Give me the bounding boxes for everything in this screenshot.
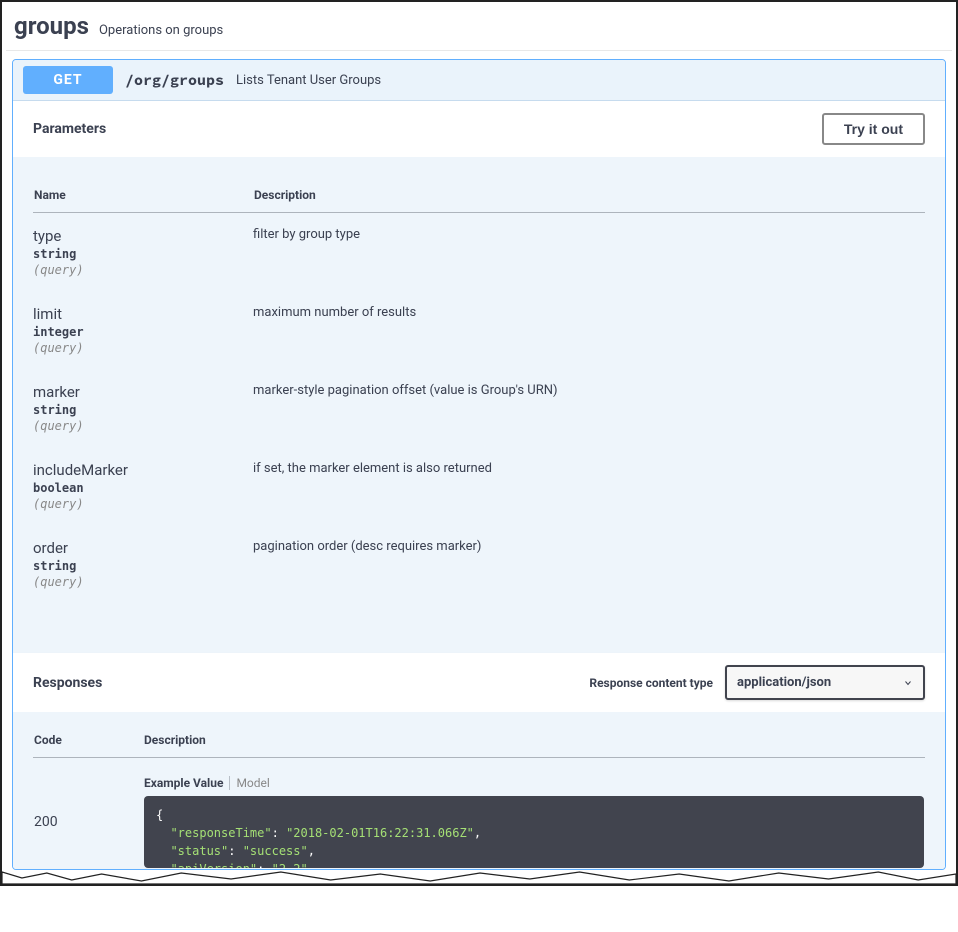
resp-col-description: Description bbox=[143, 732, 925, 758]
param-description: marker-style pagination offset (value is… bbox=[253, 383, 925, 398]
param-name: marker bbox=[33, 383, 253, 401]
param-in: (query) bbox=[33, 263, 253, 277]
http-method-badge: GET bbox=[23, 66, 113, 94]
parameters-table: Name Description type string (query) filter… bbox=[33, 187, 925, 603]
try-it-out-button[interactable]: Try it out bbox=[822, 113, 925, 145]
response-content-type-label: Response content type bbox=[589, 676, 713, 690]
response-content-type-select[interactable]: application/json bbox=[725, 665, 925, 700]
parameter-row: includeMarker boolean (query) if set, the m… bbox=[33, 447, 925, 525]
chevron-down-icon bbox=[903, 673, 913, 692]
tag-name: groups bbox=[14, 12, 89, 40]
param-description: filter by group type bbox=[253, 227, 925, 242]
operation-path: /org/groups bbox=[125, 71, 224, 90]
param-name: includeMarker bbox=[33, 461, 253, 479]
param-name: type bbox=[33, 227, 253, 245]
tab-model[interactable]: Model bbox=[230, 776, 269, 790]
operation-summary-row[interactable]: GET /org/groups Lists Tenant User Groups bbox=[13, 60, 945, 100]
response-content-type-value: application/json bbox=[737, 675, 831, 690]
parameters-heading: Parameters bbox=[33, 121, 106, 137]
tab-example-value[interactable]: Example Value bbox=[144, 776, 230, 790]
param-in: (query) bbox=[33, 419, 253, 433]
param-type: integer bbox=[33, 325, 253, 339]
parameter-row: order string (query) pagination order (desc… bbox=[33, 525, 925, 603]
torn-edge bbox=[2, 870, 956, 884]
response-code: 200 bbox=[33, 758, 143, 870]
param-type: string bbox=[33, 247, 253, 261]
parameter-row: type string (query) filter by group type bbox=[33, 213, 925, 292]
param-in: (query) bbox=[33, 341, 253, 355]
param-type: boolean bbox=[33, 481, 253, 495]
tag-description: Operations on groups bbox=[99, 23, 223, 38]
parameter-row: marker string (query) marker-style paginati… bbox=[33, 369, 925, 447]
param-col-description: Description bbox=[253, 187, 925, 213]
param-name: limit bbox=[33, 305, 253, 323]
operation-summary: Lists Tenant User Groups bbox=[236, 73, 381, 88]
param-description: maximum number of results bbox=[253, 305, 925, 320]
responses-heading: Responses bbox=[33, 675, 102, 691]
tag-header[interactable]: groups Operations on groups bbox=[6, 8, 952, 51]
parameter-row: limit integer (query) maximum number of res… bbox=[33, 291, 925, 369]
param-type: string bbox=[33, 403, 253, 417]
param-in: (query) bbox=[33, 497, 253, 511]
param-type: string bbox=[33, 559, 253, 573]
param-description: pagination order (desc requires marker) bbox=[253, 539, 925, 554]
param-name: order bbox=[33, 539, 253, 557]
resp-col-code: Code bbox=[33, 732, 143, 758]
response-row: 200Example ValueModel { "responseTime": "… bbox=[33, 758, 925, 870]
responses-table: Code Description 200Example ValueModel { … bbox=[33, 732, 925, 869]
param-in: (query) bbox=[33, 575, 253, 589]
example-code: { "responseTime": "2018-02-01T16:22:31.0… bbox=[144, 796, 924, 868]
operation-block: GET /org/groups Lists Tenant User Groups… bbox=[12, 59, 946, 870]
param-col-name: Name bbox=[33, 187, 253, 213]
param-description: if set, the marker element is also retur… bbox=[253, 461, 925, 476]
